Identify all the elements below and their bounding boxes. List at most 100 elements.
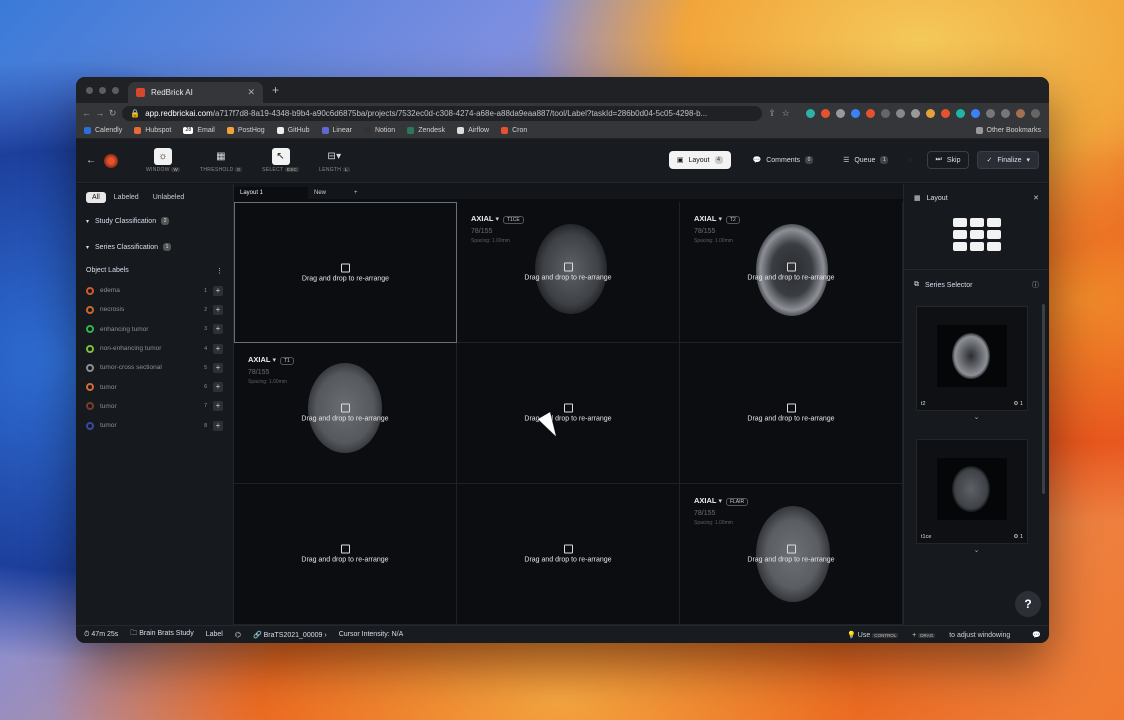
- forward-icon[interactable]: →: [95, 108, 108, 118]
- chevron-down-icon[interactable]: ▾: [718, 216, 722, 223]
- extension-icon[interactable]: [971, 108, 981, 118]
- extension-icon[interactable]: [911, 108, 921, 118]
- extension-icon[interactable]: [941, 108, 951, 118]
- finalize-button[interactable]: ✓ Finalize ▾: [977, 151, 1039, 169]
- series-thumbnail[interactable]: t1ce ⚙ 1: [916, 439, 1028, 544]
- bookmark[interactable]: Zendesk: [407, 127, 445, 134]
- series-scrollbar[interactable]: [1042, 304, 1045, 494]
- bookmark[interactable]: Notion: [363, 127, 395, 134]
- layout-cell[interactable]: [986, 230, 1001, 239]
- layout-cell[interactable]: [969, 242, 984, 251]
- layout-cell[interactable]: [952, 242, 967, 251]
- select-tool[interactable]: ↖ SELECT ESC: [262, 148, 300, 173]
- queue-button[interactable]: ☰ Queue 1: [835, 151, 896, 169]
- object-label-item[interactable]: non-enhancing tumor 4 +: [76, 339, 233, 358]
- object-label-item[interactable]: edema 1 +: [76, 281, 233, 300]
- layout-picker[interactable]: [904, 218, 1049, 251]
- add-label-button[interactable]: +: [213, 324, 223, 335]
- study-name[interactable]: 🗀 Brain Brats Study: [130, 629, 193, 640]
- sidepanel-icon[interactable]: [1001, 108, 1011, 118]
- reload-icon[interactable]: ↻: [109, 108, 122, 119]
- layout-cell[interactable]: [969, 218, 984, 227]
- hierarchy-icon[interactable]: ⌬: [235, 631, 241, 639]
- comments-button[interactable]: 💬 Comments 0: [745, 151, 822, 169]
- add-label-button[interactable]: +: [213, 401, 223, 412]
- tab-layout-1[interactable]: Layout 1: [234, 187, 308, 199]
- bookmark[interactable]: GitHub: [276, 127, 310, 134]
- back-icon[interactable]: ←: [82, 108, 95, 118]
- viewport-empty[interactable]: Drag and drop to re-arrange: [234, 202, 457, 343]
- help-button[interactable]: ?: [1015, 591, 1041, 617]
- add-label-button[interactable]: +: [213, 285, 223, 296]
- new-tab-icon[interactable]: +: [272, 83, 279, 97]
- tab-new[interactable]: New: [308, 187, 348, 199]
- filter-labeled[interactable]: Labeled: [108, 192, 145, 203]
- filter-unlabeled[interactable]: Unlabeled: [147, 192, 191, 203]
- minimize-window-dot[interactable]: [99, 86, 106, 94]
- task-name[interactable]: 🔗 BraTS2021_00009 ›: [253, 631, 327, 639]
- bookmark[interactable]: Hubspot: [134, 127, 171, 134]
- viewport-empty[interactable]: Drag and drop to re-arrange: [457, 484, 680, 625]
- close-window-dot[interactable]: [86, 86, 93, 94]
- extension-icon[interactable]: [851, 108, 861, 118]
- share-icon[interactable]: ⇪: [768, 108, 781, 119]
- bookmark[interactable]: Cron: [501, 127, 527, 134]
- skip-button[interactable]: ⏭ Skip: [926, 151, 970, 169]
- chevron-down-icon[interactable]: ▾: [272, 357, 276, 364]
- add-label-button[interactable]: +: [213, 382, 223, 393]
- star-icon[interactable]: ☆: [782, 108, 795, 119]
- viewport-flair[interactable]: AXIAL ▾ FLAIR 78/155 Spacing: 1.00mm Drag a…: [680, 484, 903, 625]
- extension-icon[interactable]: [881, 108, 891, 118]
- bookmark[interactable]: 28 Email: [183, 127, 215, 134]
- object-label-item[interactable]: necrosis 2 +: [76, 300, 233, 319]
- threshold-tool[interactable]: ▦ THRESHOLD 0: [200, 148, 243, 173]
- study-classification-section[interactable]: ▾ Study Classification 2: [76, 211, 233, 231]
- series-classification-section[interactable]: ▾ Series Classification 1: [76, 237, 233, 257]
- viewport-t1ce[interactable]: AXIAL ▾ T1CE 78/155 Spacing: 1.00mm Drag an…: [457, 202, 680, 343]
- window-tool[interactable]: ☼ WINDOW W: [146, 148, 181, 173]
- chevron-down-icon[interactable]: ⌄: [904, 546, 1049, 554]
- bookmark[interactable]: PostHog: [226, 127, 265, 134]
- more-vertical-icon[interactable]: ⋮: [216, 267, 223, 275]
- extension-icon[interactable]: [896, 108, 906, 118]
- add-layout-icon[interactable]: +: [348, 187, 422, 199]
- bookmark[interactable]: Airflow: [457, 127, 489, 134]
- series-thumbnail[interactable]: t2 ⚙ 1: [916, 306, 1028, 411]
- close-tab-icon[interactable]: ✕: [247, 87, 255, 98]
- chat-icon[interactable]: 💬: [1032, 631, 1041, 639]
- chevron-down-icon[interactable]: ⌄: [904, 413, 1049, 421]
- object-label-item[interactable]: tumor-cross sectional 5 +: [76, 358, 233, 377]
- add-label-button[interactable]: +: [213, 304, 223, 315]
- layout-cell[interactable]: [952, 230, 967, 239]
- viewport-t1[interactable]: AXIAL ▾ T1 78/155 Spacing: 1.00mm Drag and …: [234, 343, 457, 484]
- bookmark[interactable]: Linear: [321, 127, 352, 134]
- check-circle-icon[interactable]: ◌: [908, 157, 912, 164]
- extension-icon[interactable]: [836, 108, 846, 118]
- filter-all[interactable]: All: [86, 192, 106, 203]
- extension-icon[interactable]: [926, 108, 936, 118]
- zoom-window-dot[interactable]: [112, 86, 119, 94]
- object-label-item[interactable]: tumor 6 +: [76, 377, 233, 396]
- menu-dots-icon[interactable]: [1031, 108, 1041, 118]
- extension-icon[interactable]: [866, 108, 876, 118]
- layout-cell[interactable]: [986, 218, 1001, 227]
- layout-cell[interactable]: [969, 230, 984, 239]
- object-label-item[interactable]: enhancing tumor 3 +: [76, 320, 233, 339]
- viewport-empty[interactable]: Drag and drop to re-arrange: [234, 484, 457, 625]
- extension-icon[interactable]: [956, 108, 966, 118]
- url-field[interactable]: 🔒 app.redbrickai.com /a717f7d8-8a19-4348…: [122, 105, 763, 121]
- close-icon[interactable]: ✕: [1033, 194, 1039, 202]
- object-label-item[interactable]: tumor 7 +: [76, 397, 233, 416]
- viewport-t2[interactable]: AXIAL ▾ T2 78/155 Spacing: 1.00mm Drag and …: [680, 202, 903, 343]
- other-bookmarks[interactable]: Other Bookmarks: [975, 127, 1041, 134]
- extension-icon[interactable]: [806, 108, 816, 118]
- back-arrow-icon[interactable]: ←: [86, 155, 96, 166]
- puzzle-icon[interactable]: [986, 108, 996, 118]
- chevron-down-icon[interactable]: ▾: [495, 216, 499, 223]
- browser-tab[interactable]: RedBrick AI ✕: [128, 82, 263, 103]
- viewport-empty[interactable]: Drag and drop to re-arrange: [457, 343, 680, 484]
- viewport-empty[interactable]: Drag and drop to re-arrange: [680, 343, 903, 484]
- add-label-button[interactable]: +: [213, 362, 223, 373]
- length-tool[interactable]: ⊟▾ LENGTH L: [319, 148, 350, 173]
- help-circle-icon[interactable]: ⓘ: [1032, 280, 1039, 290]
